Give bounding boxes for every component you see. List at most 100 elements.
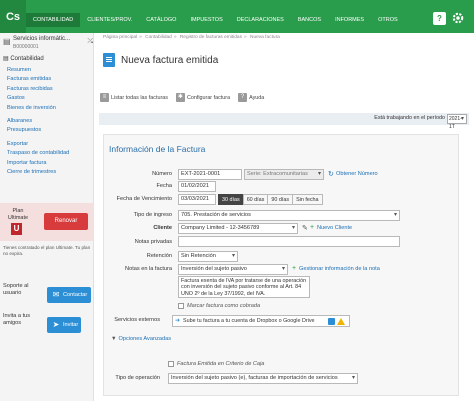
notas-privadas-label: Notas privadas — [134, 239, 172, 245]
opciones-avanzadas-label: Opciones Avanzadas — [118, 336, 171, 342]
configure-invoice-button[interactable]: ✱ Configurar factura — [175, 93, 230, 102]
nav-informes[interactable]: Informes — [328, 13, 371, 27]
dropbox-icon[interactable] — [328, 318, 335, 325]
marcar-cobrada-label: Marcar factura como cobrada — [187, 303, 261, 309]
plan-box: Plan Ultimate U Renovar — [0, 203, 94, 241]
period-bar: Está trabajando en el período 2021-1T — [99, 113, 469, 130]
notas-privadas-input[interactable] — [178, 236, 400, 247]
cliente-label: Cliente — [153, 225, 172, 231]
sidebar: ▤ Servicios informátic... B00000001 ⤯ ▤ … — [0, 33, 94, 401]
plan-note: Tienes contratado el plan Ultimate. Tu p… — [3, 245, 91, 256]
nav-contabilidad[interactable]: Contabilidad — [26, 13, 81, 27]
sidebar-item-resumen[interactable]: Resumen — [7, 66, 69, 75]
add-icon[interactable]: + — [292, 265, 296, 272]
app-logo[interactable]: Cs — [0, 0, 26, 33]
gear-icon[interactable] — [451, 11, 465, 25]
marcar-cobrada-checkbox[interactable] — [178, 303, 184, 309]
sidebar-links: Resumen Facturas emitidas Facturas recib… — [7, 66, 69, 177]
option-30-dias[interactable]: 30 días — [218, 194, 244, 205]
numero-input[interactable]: EXT-2021-0001 — [178, 169, 242, 180]
renew-button[interactable]: Renovar — [44, 213, 88, 230]
option-sin-fecha[interactable]: Sin fecha — [292, 194, 323, 205]
sidebar-item-traspaso[interactable]: Traspaso de contabilidad — [7, 149, 69, 158]
list-invoices-button[interactable]: ≡ Listar todas las facturas — [100, 93, 168, 102]
edit-icon[interactable]: ✎ — [302, 224, 308, 232]
notas-factura-select[interactable]: Inversión del sujeto pasivo — [178, 264, 288, 275]
ultimate-plan-icon: U — [11, 223, 22, 235]
option-90-dias[interactable]: 90 días — [267, 194, 294, 205]
nav-declaraciones[interactable]: Declaraciones — [230, 13, 291, 27]
sidebar-item-importar-factura[interactable]: Importar factura — [7, 159, 69, 168]
nuevo-cliente-link[interactable]: Nuevo Cliente — [317, 225, 352, 231]
help-icon[interactable]: ? — [433, 12, 446, 25]
vencimiento-input[interactable]: 03/03/2021 — [178, 194, 216, 205]
opciones-avanzadas-toggle[interactable]: ▼ Opciones Avanzadas — [111, 336, 171, 342]
nav-catalogo[interactable]: Catálogo — [139, 13, 183, 27]
sidebar-item-presupuestos[interactable]: Presupuestos — [7, 126, 69, 135]
fecha-input[interactable]: 01/02/2021 — [178, 181, 216, 192]
sidebar-item-facturas-emitidas[interactable]: Facturas emitidas — [7, 75, 69, 84]
sidebar-item-facturas-recibidas[interactable]: Facturas recibidas — [7, 85, 69, 94]
servicios-text: Sube tu factura a tu cuenta de Dropbox o… — [183, 318, 315, 324]
sidebar-item-gastos[interactable]: Gastos — [7, 94, 69, 103]
breadcrumb-item[interactable]: Contabilidad — [145, 35, 172, 40]
sidebar-item-bienes-inversion[interactable]: Bienes de inversión — [7, 104, 69, 113]
nav-impuestos[interactable]: Impuestos — [183, 13, 229, 27]
tipo-ingreso-select[interactable]: 705. Prestación de servicios — [178, 210, 400, 221]
list-icon: ≡ — [100, 93, 109, 102]
invite-button[interactable]: ➤ Invitar — [47, 317, 81, 333]
tipo-operacion-select[interactable]: Inversión del sujeto pasivo (e), factura… — [168, 373, 358, 384]
company-name: Servicios informátic... — [13, 36, 71, 42]
list-invoices-label: Listar todas las facturas — [111, 94, 168, 101]
google-drive-icon[interactable] — [337, 318, 345, 325]
option-60-dias[interactable]: 60 días — [242, 194, 269, 205]
breadcrumb-item[interactable]: Registro de facturas emitidas — [180, 35, 242, 40]
company-selector[interactable]: ▤ Servicios informátic... B00000001 ⤯ — [3, 36, 93, 52]
invite-text: Invita a tus amigos — [3, 313, 31, 326]
help-icon: ? — [238, 93, 248, 102]
tipo-operacion-label: Tipo de operación — [115, 375, 160, 381]
servicios-label: Servicios externos — [114, 317, 160, 323]
sidebar-section-label: Contabilidad — [10, 56, 44, 62]
serie-select[interactable]: Serie: Extracomunitarias — [244, 169, 324, 180]
share-icon: ➤ — [52, 320, 60, 329]
add-icon[interactable]: + — [310, 224, 314, 231]
sidebar-item-cierre-trimestres[interactable]: Cierre de trimestres — [7, 168, 69, 177]
retencion-select[interactable]: Sin Retención — [178, 251, 238, 262]
nav-otros[interactable]: Otros — [371, 13, 405, 27]
gestionar-nota-link[interactable]: Gestionar información de la nota — [299, 266, 380, 272]
refresh-icon[interactable]: ↻ — [328, 170, 334, 178]
help-label: Ayuda — [249, 94, 265, 101]
sidebar-section-contabilidad[interactable]: ▤ Contabilidad — [3, 55, 44, 62]
cliente-select[interactable]: Company Limited - 12-3456789 — [178, 223, 298, 234]
criterio-caja-label: Factura Emitida en Criterio de Caja — [177, 361, 265, 367]
company-id: B00000001 — [13, 44, 39, 50]
top-bar: Cs Contabilidad Clientes/Prov. Catálogo … — [0, 0, 474, 33]
contact-button[interactable]: ✉ Contactar — [47, 287, 91, 303]
notas-factura-label: Notas en la factura — [125, 266, 172, 272]
breadcrumb: Página principal» Contabilidad» Registro… — [103, 35, 280, 40]
notas-factura-text[interactable]: Factura exenta de IVA por tratarse de un… — [178, 276, 310, 298]
mail-icon: ✉ — [52, 290, 60, 299]
swap-arrows-icon[interactable]: ⤯ — [87, 38, 93, 46]
nav-clientes-proveedores[interactable]: Clientes/Prov. — [80, 13, 139, 27]
breadcrumb-item[interactable]: Página principal — [103, 35, 137, 40]
invoice-document-icon — [103, 53, 115, 67]
nav-bancos[interactable]: Bancos — [291, 13, 328, 27]
toolbar: ≡ Listar todas las facturas ✱ Configurar… — [100, 93, 272, 102]
sidebar-item-albaranes[interactable]: Albaranes — [7, 117, 69, 126]
breadcrumb-item-current: Nueva factura — [249, 35, 280, 40]
gear-icon: ✱ — [175, 93, 185, 102]
support-block: Soporte al usuario ✉ Contactar — [3, 283, 93, 308]
criterio-caja-checkbox[interactable] — [168, 361, 174, 367]
help-button[interactable]: ? Ayuda — [238, 93, 264, 102]
sidebar-item-exportar[interactable]: Exportar — [7, 140, 69, 149]
panel-title: Información de la Factura — [109, 144, 206, 154]
retencion-label: Retención — [146, 253, 172, 259]
tipo-ingreso-label: Tipo de ingreso — [133, 212, 172, 218]
period-select[interactable]: 2021-1T — [447, 114, 467, 130]
contact-button-label: Contactar — [63, 292, 88, 298]
servicios-externos-field[interactable]: ➜ Sube tu factura a tu cuenta de Dropbox… — [172, 315, 350, 327]
obtener-numero-link[interactable]: Obtener Número — [336, 171, 378, 177]
vencimiento-options: 30 días 60 días 90 días Sin fecha — [218, 194, 323, 205]
